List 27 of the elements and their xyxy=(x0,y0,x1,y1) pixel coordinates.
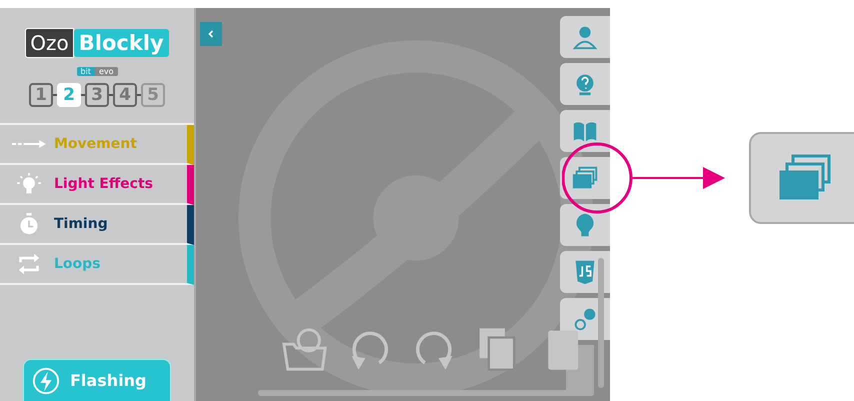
scrollbar[interactable] xyxy=(598,258,604,388)
flashing-button[interactable]: Flashing xyxy=(23,359,171,401)
logo-text: Ozo xyxy=(25,28,74,58)
level-button[interactable]: 2 xyxy=(57,83,81,107)
toolbar-button[interactable] xyxy=(560,251,610,293)
arrow-icon xyxy=(12,140,46,148)
toolbar-button[interactable] xyxy=(560,157,610,199)
lightning-icon xyxy=(32,366,60,394)
category-item[interactable]: Loops xyxy=(0,245,194,285)
maker-logo-text: bit xyxy=(76,67,95,76)
category-item[interactable]: Light Effects xyxy=(0,165,194,205)
scrollbar[interactable] xyxy=(258,390,594,396)
level-button[interactable]: 4 xyxy=(113,83,137,107)
chevron-left-icon xyxy=(206,29,216,39)
toolbar-button[interactable] xyxy=(560,63,610,105)
toolbar-button[interactable] xyxy=(560,16,610,58)
toolbar-button[interactable] xyxy=(560,204,610,246)
tool-button[interactable] xyxy=(282,326,330,372)
maker-logo-text: evo xyxy=(94,67,118,76)
toolbar-button[interactable] xyxy=(560,110,610,152)
level-button[interactable]: 3 xyxy=(85,83,109,107)
logo-text: Blockly xyxy=(74,29,169,57)
category-item[interactable]: Timing xyxy=(0,205,194,245)
level-button[interactable]: 1 xyxy=(29,83,53,107)
category-item[interactable]: Movement xyxy=(0,125,194,165)
folder-icon xyxy=(282,326,330,372)
collapse-button[interactable] xyxy=(200,22,222,46)
